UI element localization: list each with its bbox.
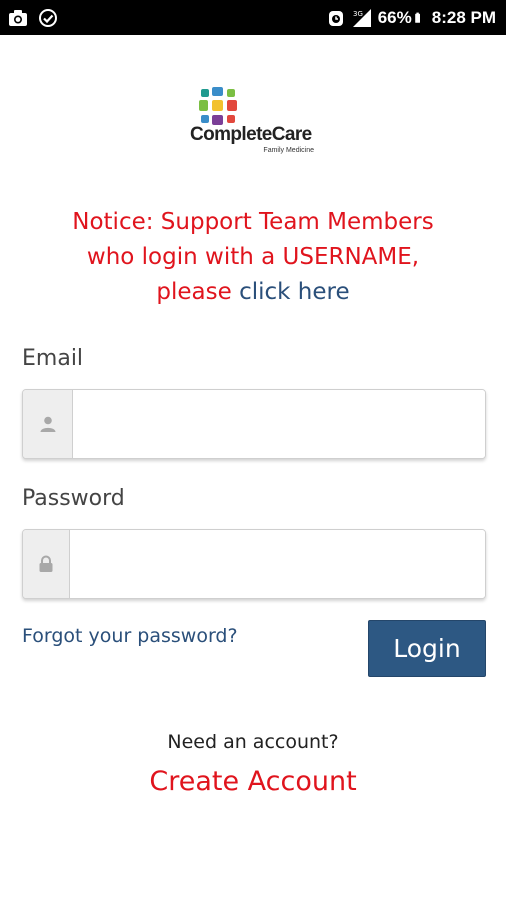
completecare-logo: CompleteCare Family Medicine — [190, 84, 314, 164]
create-account-link[interactable]: Create Account — [0, 766, 506, 797]
login-button[interactable]: Login — [368, 620, 486, 677]
email-addon — [23, 390, 73, 458]
support-notice: Notice: Support Team Members who login w… — [20, 205, 486, 310]
check-circle-icon — [39, 8, 57, 27]
status-right: 3G 66% 8:28 PM — [320, 8, 496, 28]
lock-icon — [39, 555, 53, 572]
logo-name: CompleteCare — [190, 124, 312, 145]
svg-text:3G: 3G — [353, 10, 363, 18]
battery-icon — [414, 12, 420, 23]
notice-line-1: Notice: Support Team Members — [72, 209, 434, 235]
need-account-text: Need an account? — [167, 731, 339, 753]
email-field[interactable] — [73, 390, 485, 458]
forgot-password-link[interactable]: Forgot your password? — [22, 625, 238, 647]
clock: 8:28 PM — [431, 7, 496, 27]
signal-icon: 3G — [352, 8, 371, 27]
notice-prefix: please — [156, 279, 232, 305]
logo-tagline: Family Medicine — [263, 147, 314, 154]
password-field[interactable] — [70, 530, 485, 598]
click-here-link[interactable]: click here — [239, 279, 350, 305]
password-input-group — [22, 529, 486, 599]
notice-line-3: please click here — [20, 275, 486, 310]
password-label: Password — [22, 486, 125, 511]
user-icon — [40, 416, 55, 432]
status-left — [8, 8, 68, 28]
status-bar: 3G 66% 8:28 PM — [0, 0, 506, 35]
logo-mark-icon — [199, 87, 237, 125]
email-label: Email — [22, 346, 84, 371]
alarm-icon — [328, 10, 343, 26]
notice-line-2: who login with a USERNAME, — [86, 244, 420, 270]
battery-percent: 66% — [377, 7, 412, 27]
password-addon — [23, 530, 70, 598]
email-input-group — [22, 389, 486, 459]
camera-icon — [9, 9, 27, 26]
